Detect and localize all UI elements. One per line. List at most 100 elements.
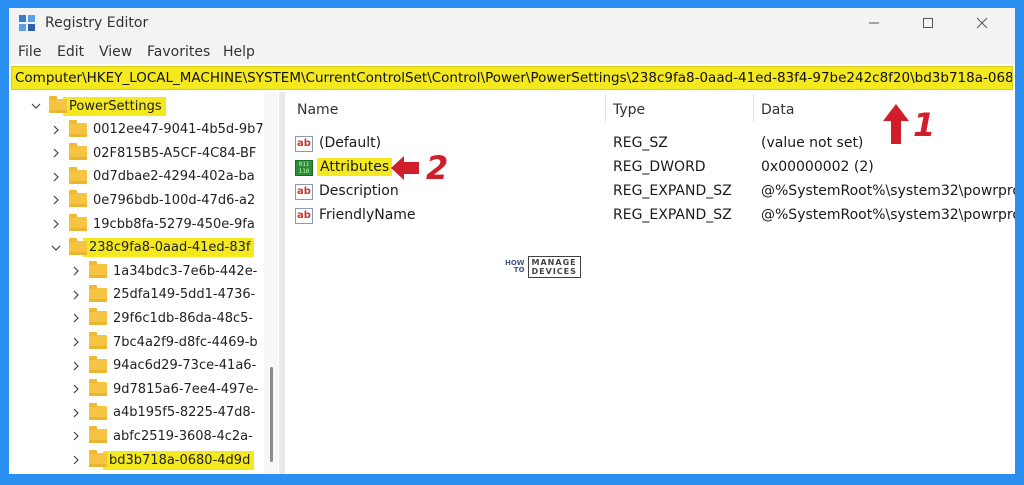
tree-node-label: 02F815B5-A5CF-4C84-BF: [93, 145, 257, 161]
folder-icon: [89, 426, 107, 444]
menu-edit[interactable]: Edit: [57, 44, 84, 60]
value-name: FriendlyName: [319, 207, 416, 223]
tree-node-label: 9d7815a6-7ee4-497e-: [113, 381, 259, 397]
tree-node[interactable]: 0e796bdb-100d-47d6-a2: [51, 188, 255, 212]
values-list: Name Type Data ab (Default) REG_SZ (valu…: [285, 92, 1015, 474]
tree-node-label: 7bc4a2f9-d8fc-4469-b: [113, 334, 258, 350]
tree-scrollbar[interactable]: [264, 92, 278, 474]
tree-node-label: bd3b718a-0680-4d9d: [103, 450, 255, 470]
maximize-button[interactable]: [901, 8, 955, 38]
tree-node[interactable]: PowerSettings: [31, 94, 166, 118]
tree-node[interactable]: 19cbb8fa-5279-450e-9fa: [51, 212, 255, 236]
column-header-type[interactable]: Type: [613, 102, 645, 118]
folder-icon: [49, 96, 67, 113]
close-button[interactable]: [955, 8, 1009, 38]
string-value-icon: ab: [295, 136, 313, 152]
menu-file[interactable]: File: [18, 44, 41, 60]
value-data: 0x00000002 (2): [761, 159, 874, 175]
tree-node-label: 238c9fa8-0aad-41ed-83f: [83, 238, 255, 258]
chevron-right-icon[interactable]: [71, 290, 81, 300]
chevron-right-icon[interactable]: [51, 172, 61, 182]
folder-icon: [89, 332, 107, 349]
folder-icon: [89, 379, 107, 397]
tree-node-label: PowerSettings: [63, 96, 166, 116]
value-name: (Default): [319, 135, 382, 151]
tree-node-label: abfc2519-3608-4c2a-: [113, 428, 253, 444]
tree-node[interactable]: 25dfa149-5dd1-4736-: [71, 283, 255, 307]
tree-node[interactable]: bd3b718a-0680-4d9d: [71, 448, 255, 472]
tree-node[interactable]: 02F815B5-A5CF-4C84-BF: [51, 141, 256, 165]
folder-icon: [69, 237, 87, 255]
value-type: REG_SZ: [613, 135, 668, 151]
tree-node[interactable]: 7bc4a2f9-d8fc-4469-b: [71, 330, 258, 354]
folder-icon: [89, 355, 107, 373]
key-tree: PowerSettings 0012ee47-9041-4b5d-9b7 02F81…: [9, 92, 280, 474]
watermark-manage-devices: MANAGE DEVICES: [527, 256, 581, 278]
chevron-right-icon[interactable]: [71, 455, 81, 465]
watermark-logo: HOW TO MANAGE DEVICES: [505, 256, 581, 278]
value-type: REG_EXPAND_SZ: [613, 207, 732, 223]
annotation-label-1: 1: [913, 106, 936, 144]
menu-favorites[interactable]: Favorites: [147, 44, 210, 60]
chevron-right-icon[interactable]: [71, 384, 81, 394]
chevron-right-icon[interactable]: [71, 361, 81, 371]
tree-node[interactable]: abfc2519-3608-4c2a-: [71, 424, 253, 448]
value-type: REG_DWORD: [613, 159, 706, 175]
tree-node-label: 19cbb8fa-5279-450e-9fa: [93, 216, 255, 232]
tree-node[interactable]: 0d7dbae2-4294-402a-ba: [51, 165, 255, 189]
minimize-button[interactable]: [847, 8, 901, 38]
chevron-right-icon[interactable]: [71, 266, 81, 276]
chevron-right-icon[interactable]: [71, 337, 81, 347]
folder-icon: [89, 308, 107, 326]
value-data: @%SystemRoot%\system32\powrprof.d: [761, 183, 1015, 199]
tree-node[interactable]: 238c9fa8-0aad-41ed-83f: [51, 236, 255, 260]
chevron-right-icon[interactable]: [51, 125, 61, 135]
value-row[interactable]: ab FriendlyName REG_EXPAND_SZ @%SystemRo…: [285, 204, 1015, 228]
tree-node-label: 0e796bdb-100d-47d6-a2: [93, 192, 256, 208]
registry-editor-window: Registry Editor File Edit View Favorites…: [9, 8, 1015, 474]
tree-node[interactable]: d4c1d4c8-d5cc-43d3-: [71, 472, 255, 474]
value-name: Description: [319, 183, 399, 199]
chevron-right-icon[interactable]: [71, 313, 81, 323]
tree-node[interactable]: 9d7815a6-7ee4-497e-: [71, 377, 258, 401]
folder-icon: [89, 402, 107, 420]
tree-node[interactable]: 0012ee47-9041-4b5d-9b7: [51, 118, 264, 142]
tree-node-label: a4b195f5-8225-47d8-: [113, 405, 256, 421]
column-divider[interactable]: [753, 94, 754, 122]
tree-node[interactable]: 94ac6d29-73ce-41a6-: [71, 354, 256, 378]
tree-node[interactable]: a4b195f5-8225-47d8-: [71, 401, 255, 425]
column-header-name[interactable]: Name: [297, 102, 338, 118]
chevron-down-icon[interactable]: [51, 243, 61, 253]
registry-editor-icon: [19, 15, 35, 31]
close-icon: [976, 17, 988, 29]
tree-scrollbar-thumb[interactable]: [270, 367, 273, 462]
column-header-data[interactable]: Data: [761, 102, 794, 118]
chevron-right-icon[interactable]: [51, 219, 61, 229]
chevron-right-icon[interactable]: [51, 195, 61, 205]
tree-node[interactable]: 29f6c1db-86da-48c5-: [71, 306, 253, 330]
chevron-right-icon[interactable]: [71, 408, 81, 418]
folder-icon: [69, 143, 87, 161]
tree-node-label: 29f6c1db-86da-48c5-: [113, 310, 254, 326]
annotation-label-2: 2: [426, 149, 449, 187]
value-name: Attributes: [317, 158, 393, 176]
chevron-right-icon[interactable]: [51, 148, 61, 158]
menu-view[interactable]: View: [99, 44, 132, 60]
tree-node-label: 0012ee47-9041-4b5d-9b7: [93, 122, 264, 138]
value-row[interactable]: ab Description REG_EXPAND_SZ @%SystemRoo…: [285, 180, 1015, 204]
window-title: Registry Editor: [45, 15, 149, 31]
address-bar[interactable]: Computer\HKEY_LOCAL_MACHINE\SYSTEM\Curre…: [11, 66, 1013, 90]
tree-node[interactable]: 1a34bdc3-7e6b-442e-: [71, 259, 257, 283]
folder-icon: [69, 190, 87, 208]
string-value-icon: ab: [295, 184, 313, 200]
chevron-down-icon[interactable]: [31, 101, 41, 111]
folder-icon: [69, 166, 87, 184]
column-divider[interactable]: [605, 94, 606, 122]
menu-help[interactable]: Help: [223, 44, 255, 60]
value-data: @%SystemRoot%\system32\powrprof.d: [761, 207, 1015, 223]
tree-node-label: 94ac6d29-73ce-41a6-: [113, 358, 257, 374]
watermark-how-to: HOW TO: [505, 259, 525, 274]
annotation-arrow-left-icon: [391, 156, 419, 180]
chevron-right-icon[interactable]: [71, 431, 81, 441]
maximize-icon: [923, 18, 933, 28]
